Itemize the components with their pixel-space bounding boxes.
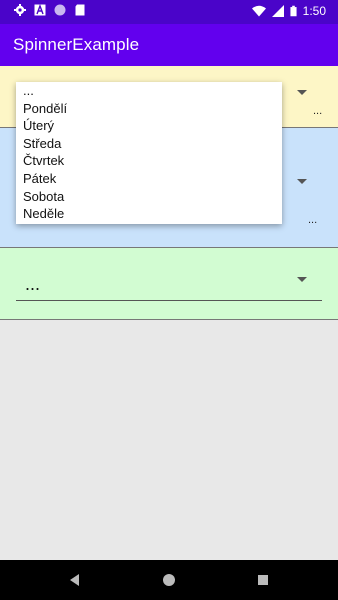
dropdown-item[interactable]: Sobota — [16, 188, 282, 206]
spinner-underline — [16, 300, 322, 301]
status-bar: 1:50 — [0, 0, 338, 24]
dropdown-item[interactable]: Pondělí — [16, 100, 282, 118]
signal-icon — [271, 5, 284, 17]
sd-card-icon — [75, 4, 85, 16]
dropdown-item[interactable]: Neděle — [16, 205, 282, 223]
wifi-icon — [251, 5, 266, 17]
spinner-green-value[interactable]: ... — [25, 274, 40, 295]
recents-icon[interactable] — [258, 575, 268, 585]
navigation-bar — [0, 560, 338, 600]
system-status: 1:50 — [251, 4, 326, 18]
spinner-green[interactable] — [0, 248, 338, 320]
settings-icon — [14, 4, 26, 16]
dropdown-item[interactable]: Úterý — [16, 117, 282, 135]
spinner-blue-value: ... — [308, 214, 318, 226]
dropdown-arrow-icon[interactable] — [297, 90, 307, 95]
dropdown-arrow-icon[interactable] — [297, 179, 307, 184]
spinner-yellow-value: ... — [313, 105, 323, 117]
dropdown-menu: ... Pondělí Úterý Středa Čtvrtek Pátek S… — [16, 82, 282, 224]
dropdown-item[interactable]: Pátek — [16, 170, 282, 188]
dropdown-arrow-icon[interactable] — [297, 277, 307, 282]
dropdown-item[interactable]: Čtvrtek — [16, 152, 282, 170]
app-title: SpinnerExample — [13, 35, 140, 54]
status-time: 1:50 — [302, 4, 326, 18]
home-icon[interactable] — [163, 574, 175, 586]
text-icon — [34, 4, 46, 16]
battery-icon — [290, 5, 297, 17]
back-icon[interactable] — [70, 574, 79, 586]
circle-icon — [54, 4, 66, 16]
dropdown-item[interactable]: Středa — [16, 135, 282, 153]
dropdown-item[interactable]: ... — [16, 82, 282, 100]
app-bar: SpinnerExample — [0, 24, 338, 66]
notification-icons — [14, 4, 86, 16]
